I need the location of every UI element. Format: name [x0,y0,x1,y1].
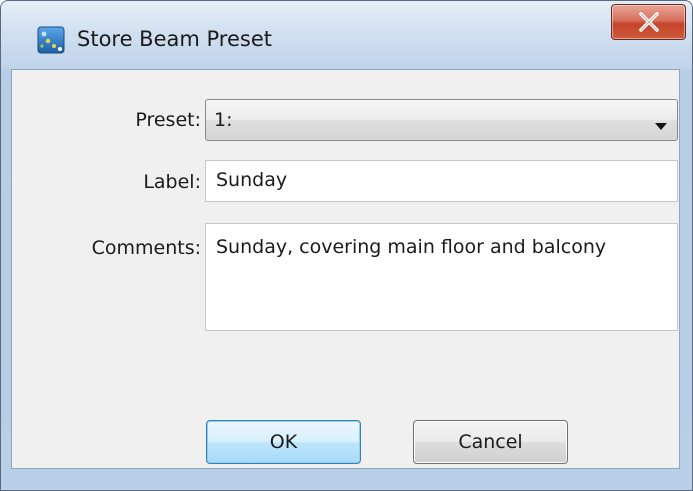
preset-label: Preset: [135,109,201,131]
preset-selected-value: 1: [214,109,233,131]
chevron-down-icon [655,116,667,135]
preset-dropdown[interactable]: 1: [205,99,678,141]
ok-button[interactable]: OK [206,420,361,464]
comments-field-label: Comments: [91,237,201,259]
comments-input[interactable]: Sunday, covering main floor and balcony [205,223,678,331]
cancel-button[interactable]: Cancel [413,420,568,464]
close-button[interactable] [611,4,686,40]
close-icon [639,12,659,32]
label-field-label: Label: [143,171,201,193]
app-icon [37,26,65,54]
title-bar[interactable]: Store Beam Preset [1,1,692,69]
label-input[interactable]: Sunday [205,160,678,202]
window-title: Store Beam Preset [77,27,272,51]
dialog-window: Store Beam Preset Preset: 1: Label: Sund… [0,0,693,491]
dialog-content: Preset: 1: Label: Sunday Comments: Sunda… [11,69,680,469]
